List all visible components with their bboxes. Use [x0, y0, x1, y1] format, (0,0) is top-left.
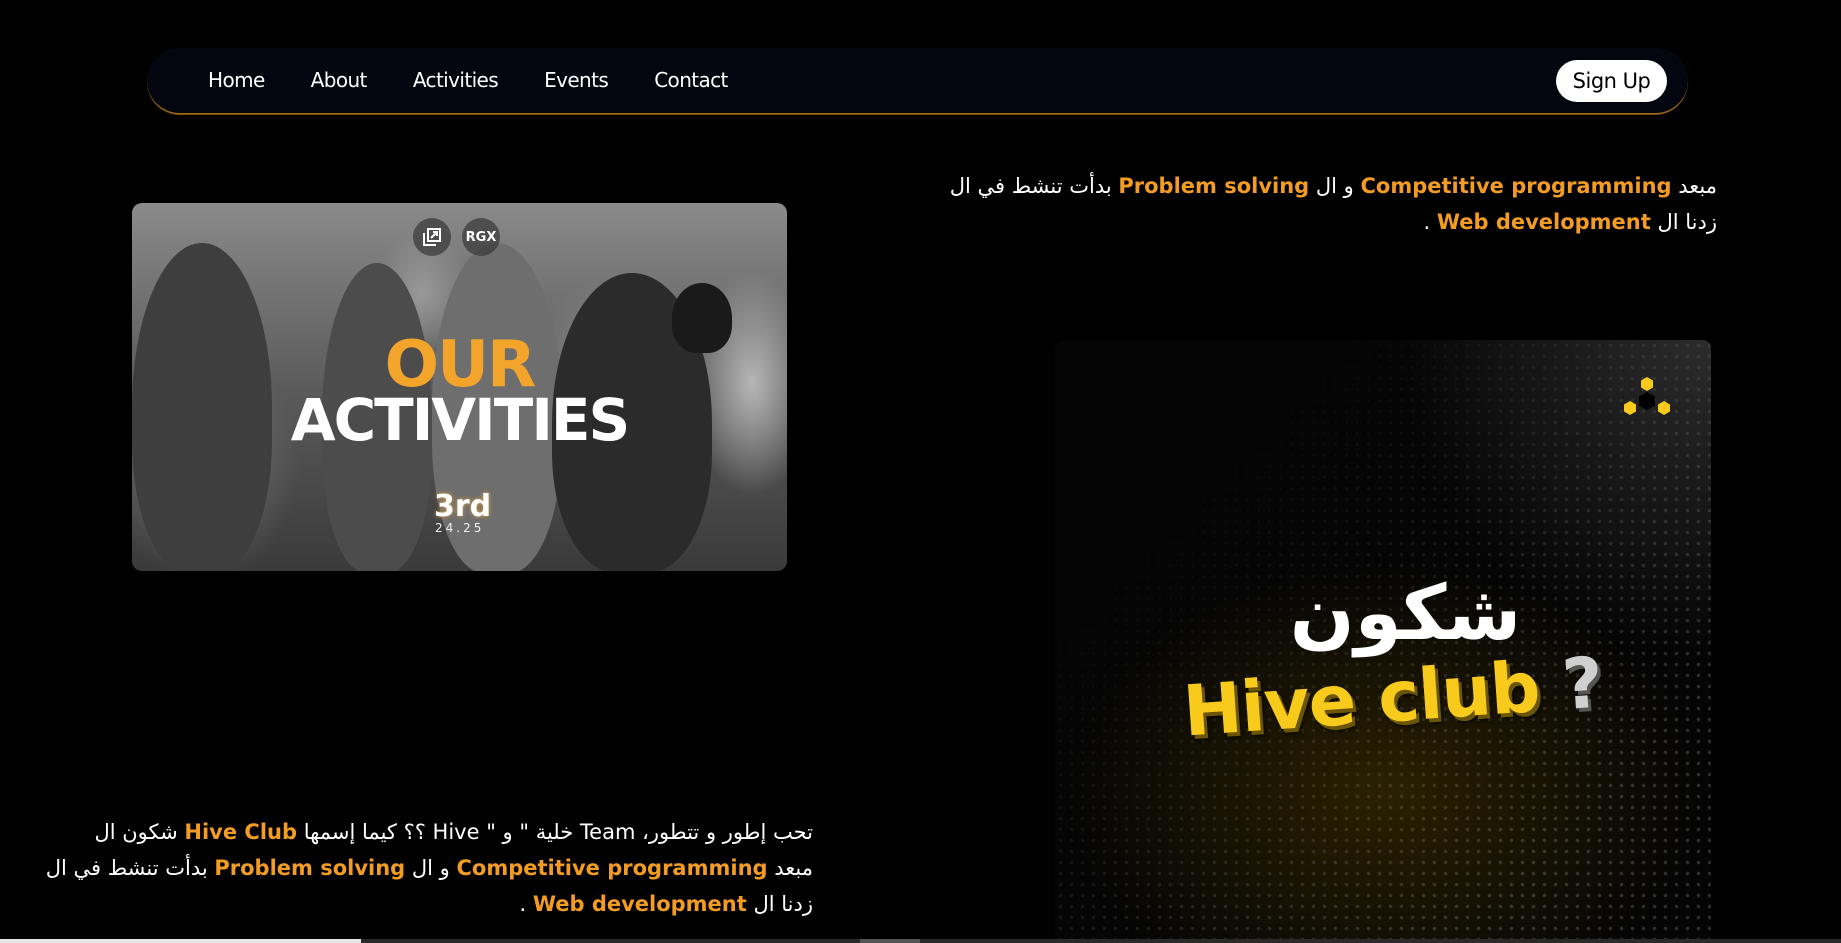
intro-paragraph-top: مبعد Competitive programming و ال Proble… [950, 168, 1717, 240]
about-text: مبعد [774, 856, 813, 880]
hive-club-panel: شكون Hive club ? [1055, 340, 1711, 943]
about-line-3: زدنا ال Web development . [46, 886, 813, 922]
scrollbar-marker [860, 939, 920, 943]
about-line-2: مبعد Competitive programming و ال Proble… [46, 850, 813, 886]
highlight-problem-solving: Problem solving [214, 856, 406, 880]
highlight-web-development: Web development [532, 892, 747, 916]
about-text: شكون ال [94, 820, 178, 844]
nav-link-home[interactable]: Home [208, 68, 265, 92]
about-text: تحب إطور و تتطور، Team خلية " و " Hive ؟… [303, 820, 813, 844]
intro-text: مبعد [1678, 174, 1717, 198]
intro-text: زدنا ال [1657, 210, 1717, 234]
edition-label: 3rd [434, 489, 492, 524]
nav-links: Home About Activities Events Contact [208, 68, 774, 92]
scrollbar-thumb[interactable] [0, 939, 361, 943]
about-text: . [519, 892, 527, 916]
about-paragraph-bottom: تحب إطور و تتطور، Team خلية " و " Hive ؟… [46, 814, 813, 922]
intro-line-1: مبعد Competitive programming و ال Proble… [950, 168, 1717, 204]
activities-video-card[interactable]: RGX OUR ACTIVITIES 3rd 24.25 [132, 203, 787, 571]
season-label: 24.25 [435, 521, 485, 535]
about-text: بدأت تنشط في ال [45, 856, 208, 880]
hexagon-dots-logo [1624, 377, 1670, 415]
intro-line-2: زدنا ال Web development . [950, 204, 1717, 240]
highlight-competitive-programming: Competitive programming [1360, 174, 1672, 198]
about-text: و ال [411, 856, 450, 880]
intro-text: . [1423, 210, 1431, 234]
intro-text: بدأت تنشط في ال [949, 174, 1112, 198]
highlight-problem-solving: Problem solving [1118, 174, 1310, 198]
about-line-1: تحب إطور و تتطور، Team خلية " و " Hive ؟… [46, 814, 813, 850]
question-mark: ? [1559, 641, 1605, 727]
nav-link-contact[interactable]: Contact [654, 68, 728, 92]
sign-up-button[interactable]: Sign Up [1556, 60, 1667, 102]
hive-title-arabic: شكون [1289, 568, 1522, 657]
open-in-new-icon[interactable] [413, 218, 451, 256]
highlight-hive-club: Hive Club [184, 820, 298, 844]
nav-link-activities[interactable]: Activities [413, 68, 499, 92]
card-title-activities: ACTIVITIES [290, 386, 631, 454]
about-text: زدنا ال [753, 892, 813, 916]
horizontal-scrollbar[interactable] [0, 939, 1841, 943]
rgx-badge-icon[interactable]: RGX [462, 218, 500, 256]
top-navbar: Home About Activities Events Contact Sig… [147, 48, 1688, 114]
nav-link-about[interactable]: About [311, 68, 368, 92]
nav-link-events[interactable]: Events [544, 68, 609, 92]
highlight-competitive-programming: Competitive programming [456, 856, 768, 880]
highlight-web-development: Web development [1436, 210, 1651, 234]
intro-text: و ال [1315, 174, 1354, 198]
